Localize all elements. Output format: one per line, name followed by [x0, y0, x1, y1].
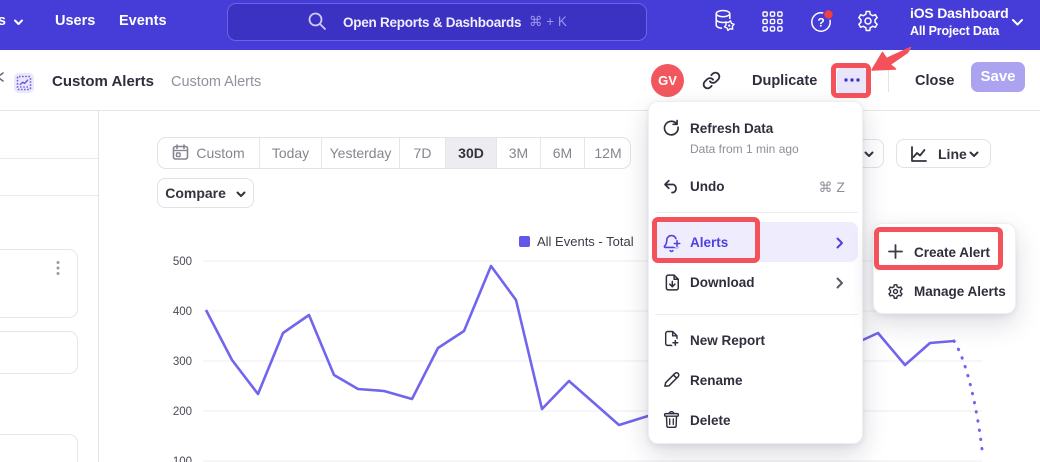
svg-text:500: 500 — [173, 256, 192, 268]
svg-text:All Events - Total: All Events - Total — [537, 234, 634, 249]
svg-text:100: 100 — [173, 456, 192, 462]
svg-text:?: ? — [817, 16, 824, 30]
svg-text:300: 300 — [173, 356, 192, 368]
svg-text:200: 200 — [173, 406, 192, 418]
svg-text:400: 400 — [173, 306, 192, 318]
